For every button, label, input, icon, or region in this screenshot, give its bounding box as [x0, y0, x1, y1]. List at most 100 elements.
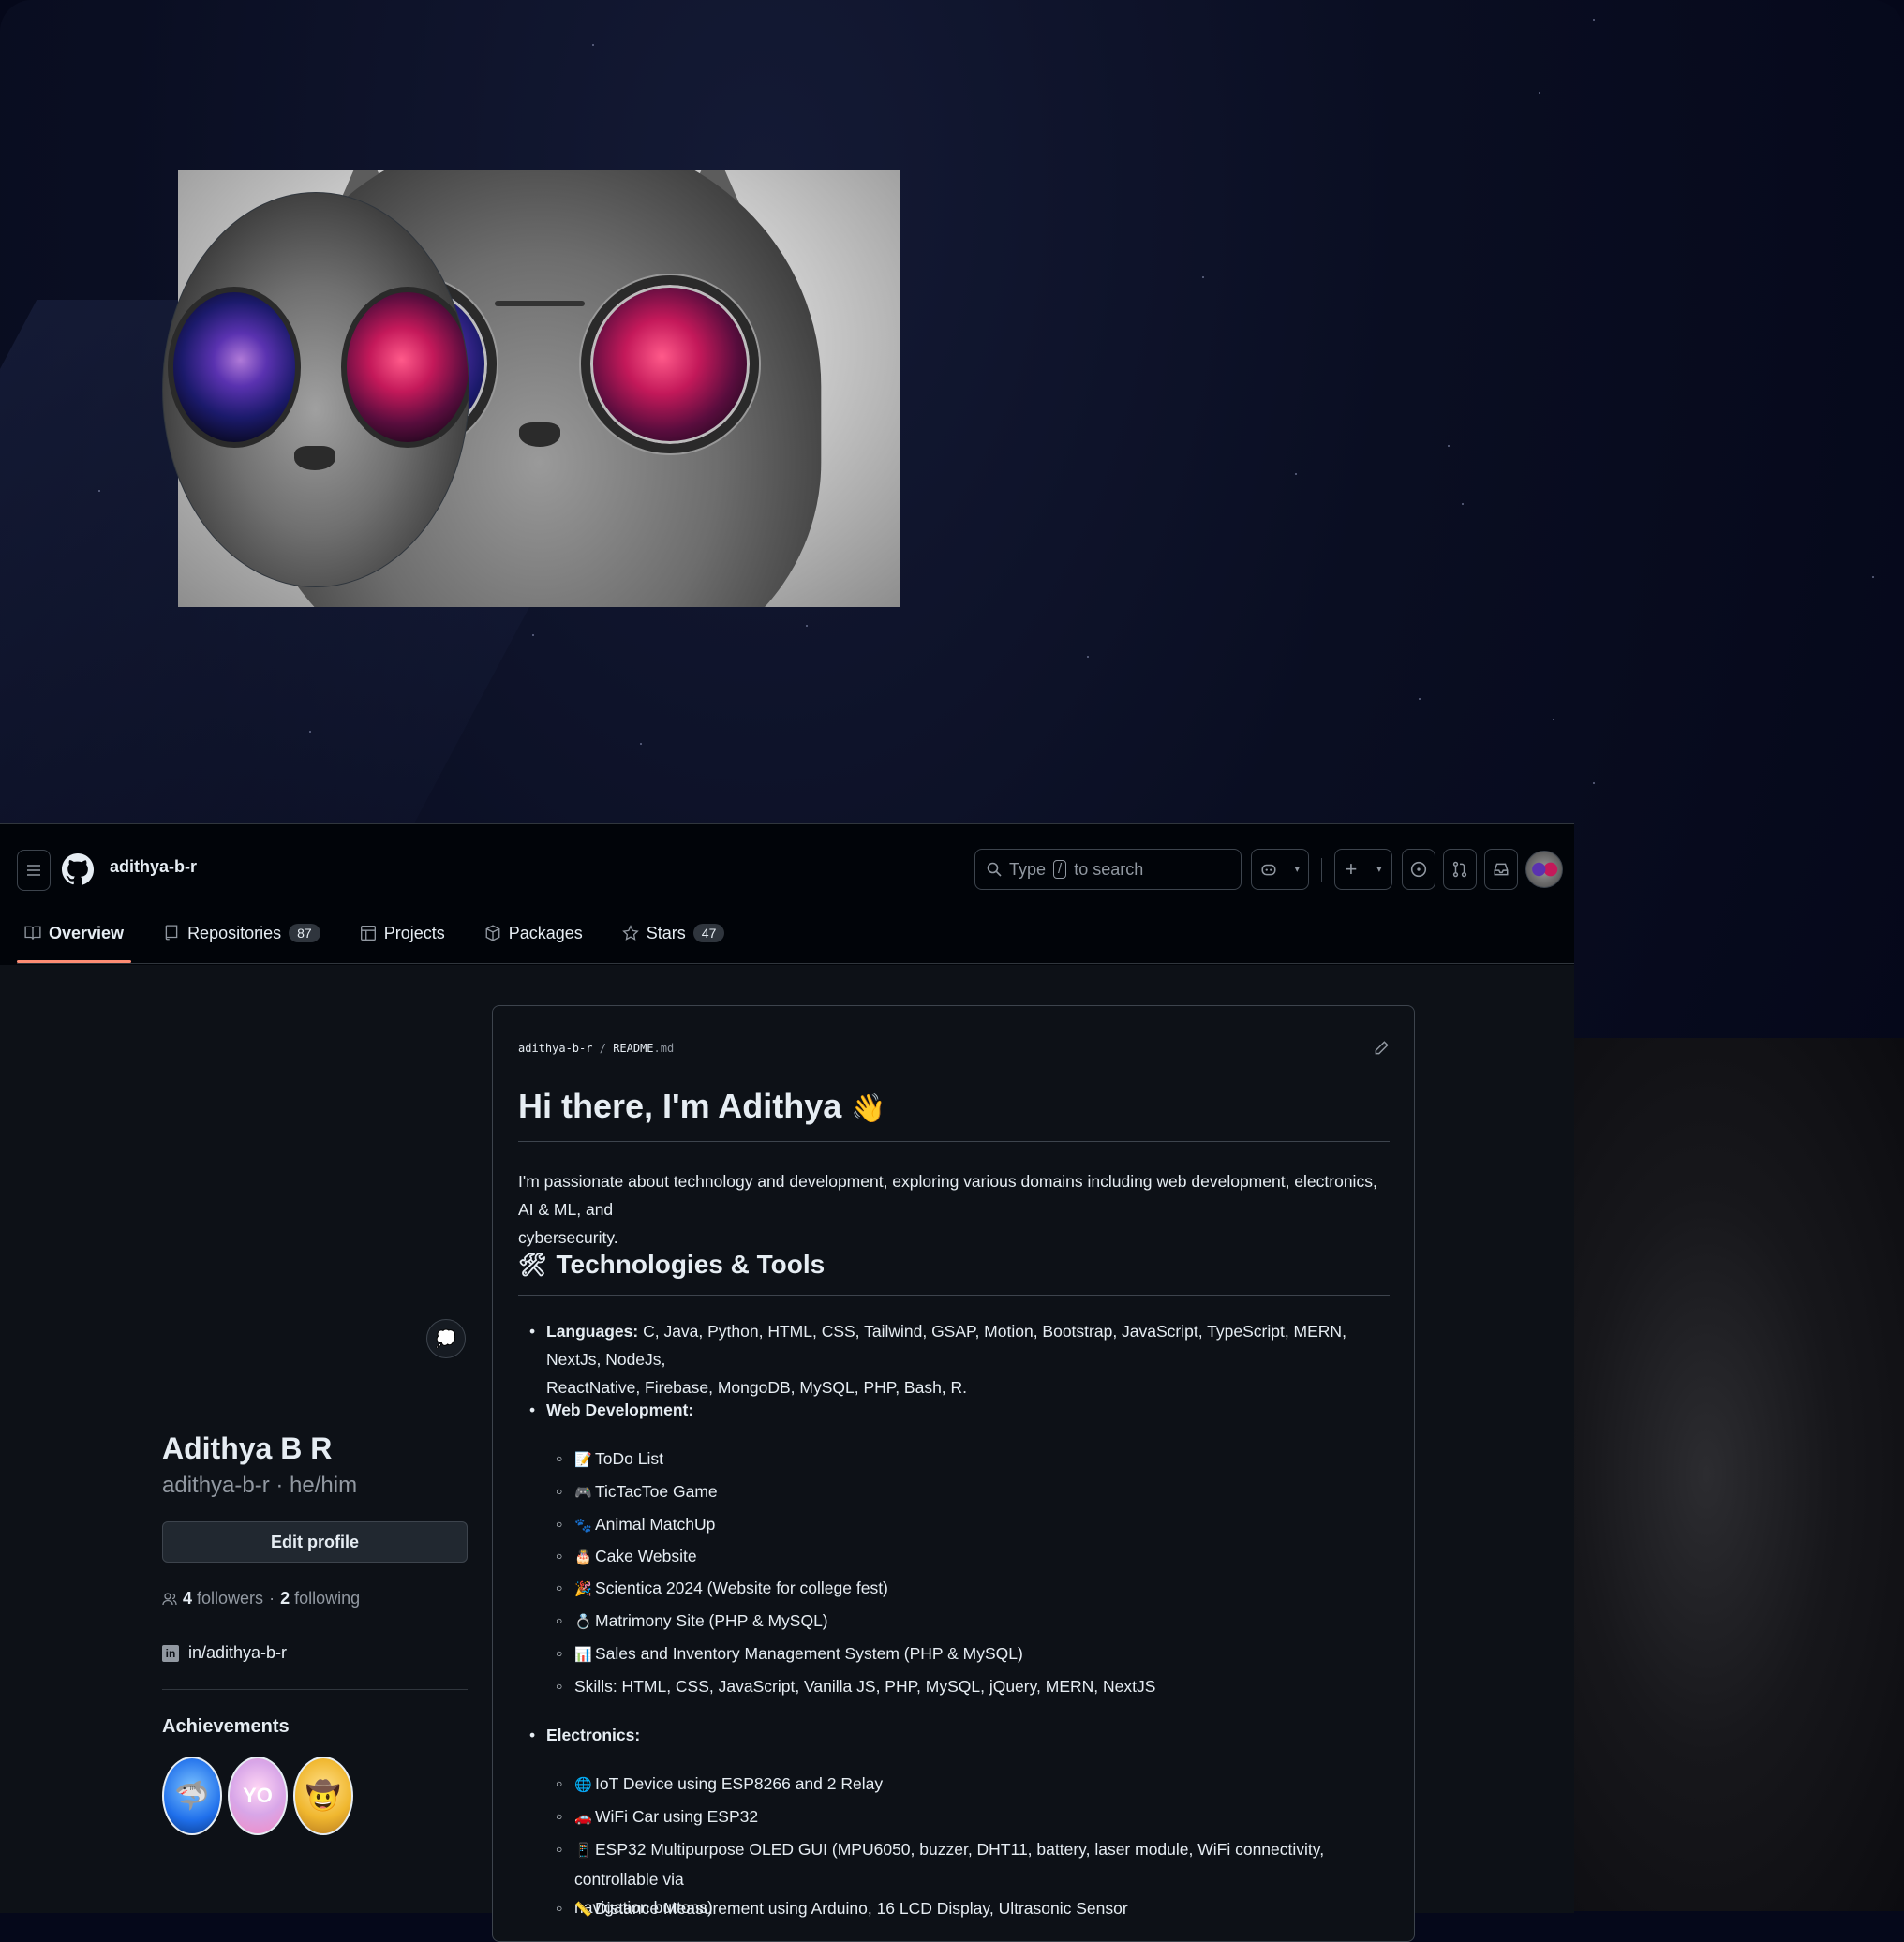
list-item-text: Sales and Inventory Management System (P… — [595, 1644, 1023, 1663]
star — [1553, 719, 1554, 720]
followers-count: 4 — [183, 1589, 193, 1608]
search-shortcut-key: / — [1053, 860, 1067, 879]
galaxy-lens-right — [341, 287, 469, 448]
yolo-badge[interactable]: YO — [228, 1757, 288, 1835]
readme-title: Hi there, I'm Adithya 👋 — [518, 1087, 886, 1126]
chevron-down-icon: ▾ — [1294, 864, 1300, 875]
readme-breadcrumb: adithya-b-r / README.md — [518, 1042, 674, 1055]
tab-repositories[interactable]: Repositories 87 — [156, 914, 328, 952]
search-input[interactable]: Type / to search — [974, 849, 1242, 890]
breadcrumb-username[interactable]: adithya-b-r — [110, 857, 197, 877]
star — [1202, 276, 1204, 278]
ruler-icon: 📏 — [574, 1902, 592, 1918]
languages-line: C, Java, Python, HTML, CSS, Tailwind, GS… — [546, 1322, 1346, 1369]
quickdraw-badge[interactable]: 🤠 — [293, 1757, 353, 1835]
list-item-text: Skills: HTML, CSS, JavaScript, Vanilla J… — [574, 1677, 1156, 1696]
list-item: 🎉Scientica 2024 (Website for college fes… — [556, 1574, 888, 1604]
list-item: 📝ToDo List — [556, 1445, 663, 1475]
tab-overview[interactable]: Overview — [17, 914, 132, 963]
list-item-text: Scientica 2024 (Website for college fest… — [595, 1579, 888, 1597]
header-divider — [1321, 858, 1322, 882]
user-avatar-menu[interactable] — [1525, 851, 1563, 888]
readme-file-link[interactable]: README.md — [613, 1042, 674, 1055]
tech-heading: 🛠 Technologies & Tools — [518, 1250, 825, 1280]
following-link[interactable]: 2 following — [280, 1589, 360, 1608]
create-new-button[interactable]: + ▾ — [1334, 849, 1392, 890]
readme-card: adithya-b-r / README.md Hi there, I'm Ad… — [492, 1005, 1415, 1942]
status-button[interactable]: 💭 — [426, 1319, 466, 1358]
list-item: 💍Matrimony Site (PHP & MySQL) — [556, 1607, 828, 1637]
search-suffix: to search — [1074, 859, 1144, 879]
search-prefix: Type — [1009, 859, 1047, 879]
memo-icon: 📝 — [574, 1452, 592, 1468]
list-item: 📊Sales and Inventory Management System (… — [556, 1639, 1023, 1669]
party-popper-icon: 🎉 — [574, 1581, 592, 1597]
list-item: 🎮TicTacToe Game — [556, 1477, 718, 1507]
menu-button[interactable] — [17, 850, 51, 891]
profile-avatar[interactable] — [162, 192, 469, 587]
table-icon — [360, 926, 376, 941]
following-label: following — [294, 1589, 361, 1608]
list-item-text: Animal MatchUp — [595, 1515, 716, 1534]
tab-label: Stars — [646, 923, 686, 942]
star — [1462, 503, 1464, 505]
star — [640, 743, 642, 745]
linkedin-handle: in/adithya-b-r — [188, 1643, 288, 1662]
followers-link[interactable]: 4 followers — [183, 1589, 263, 1608]
hamburger-icon — [27, 865, 40, 876]
github-logo-icon[interactable] — [62, 849, 96, 890]
languages-line: ReactNative, Firebase, MongoDB, MySQL, P… — [546, 1378, 968, 1397]
star — [592, 44, 594, 46]
chevron-down-icon: ▾ — [1376, 864, 1382, 875]
intro-line: cybersecurity. — [518, 1228, 618, 1247]
edit-profile-button[interactable]: Edit profile — [162, 1521, 468, 1563]
tab-packages[interactable]: Packages — [477, 914, 590, 952]
list-item-text: TicTacToe Game — [595, 1482, 718, 1501]
galaxy-lens-left — [168, 287, 301, 448]
github-header: adithya-b-r Type / to search ▾ + ▾ — [0, 824, 1574, 892]
readme-intro: I'm passionate about technology and deve… — [518, 1167, 1390, 1252]
star — [98, 490, 100, 492]
electronics-label: Electronics: — [546, 1726, 641, 1744]
cake-icon: 🎂 — [574, 1549, 592, 1565]
follow-separator: · — [269, 1589, 275, 1608]
search-icon — [987, 862, 1002, 877]
tab-label: Packages — [508, 923, 583, 942]
heading-rule — [518, 1295, 1390, 1296]
list-item-text: WiFi Car using ESP32 — [595, 1807, 759, 1826]
list-item: 🎂Cake Website — [556, 1542, 697, 1572]
star — [806, 625, 808, 627]
cat-nose — [294, 446, 335, 470]
web-dev-label: Web Development: — [546, 1401, 694, 1419]
issue-icon — [1410, 861, 1427, 878]
readme-file-name: README — [613, 1042, 654, 1055]
followers-label: followers — [197, 1589, 264, 1608]
pull-shark-badge[interactable]: 🦈 — [162, 1757, 222, 1835]
star — [1539, 92, 1540, 94]
list-item: 📏Distance Measurement using Arduino, 16 … — [556, 1894, 1128, 1924]
list-item-text: IoT Device using ESP8266 and 2 Relay — [595, 1774, 884, 1793]
inbox-button[interactable] — [1484, 849, 1518, 890]
star — [1593, 782, 1595, 784]
edit-readme-button[interactable] — [1373, 1040, 1390, 1061]
profile-login-pronouns: adithya-b-r · he/him — [162, 1473, 358, 1498]
tab-projects[interactable]: Projects — [352, 914, 453, 952]
readme-owner-link[interactable]: adithya-b-r — [518, 1042, 592, 1055]
list-item: Skills: HTML, CSS, JavaScript, Vanilla J… — [556, 1672, 1156, 1700]
tab-stars[interactable]: Stars 47 — [615, 914, 733, 952]
linkedin-icon: in — [162, 1644, 179, 1662]
inbox-icon — [1494, 863, 1509, 876]
issues-button[interactable] — [1402, 849, 1435, 890]
copilot-button[interactable]: ▾ — [1251, 849, 1309, 890]
pull-requests-button[interactable] — [1443, 849, 1477, 890]
pencil-icon — [1375, 1041, 1389, 1055]
status-emoji-icon: 💭 — [435, 1328, 457, 1348]
list-item-text: ESP32 Multipurpose OLED GUI (MPU6050, bu… — [574, 1840, 1325, 1889]
readme-title-text: Hi there, I'm Adithya — [518, 1087, 842, 1125]
star — [1872, 576, 1874, 578]
pull-request-icon — [1452, 861, 1467, 878]
paw-prints-icon: 🐾 — [574, 1518, 592, 1534]
linkedin-link[interactable]: in in/adithya-b-r — [162, 1643, 287, 1663]
game-controller-icon: 🎮 — [574, 1485, 592, 1501]
list-item-text: Distance Measurement using Arduino, 16 L… — [595, 1899, 1128, 1918]
